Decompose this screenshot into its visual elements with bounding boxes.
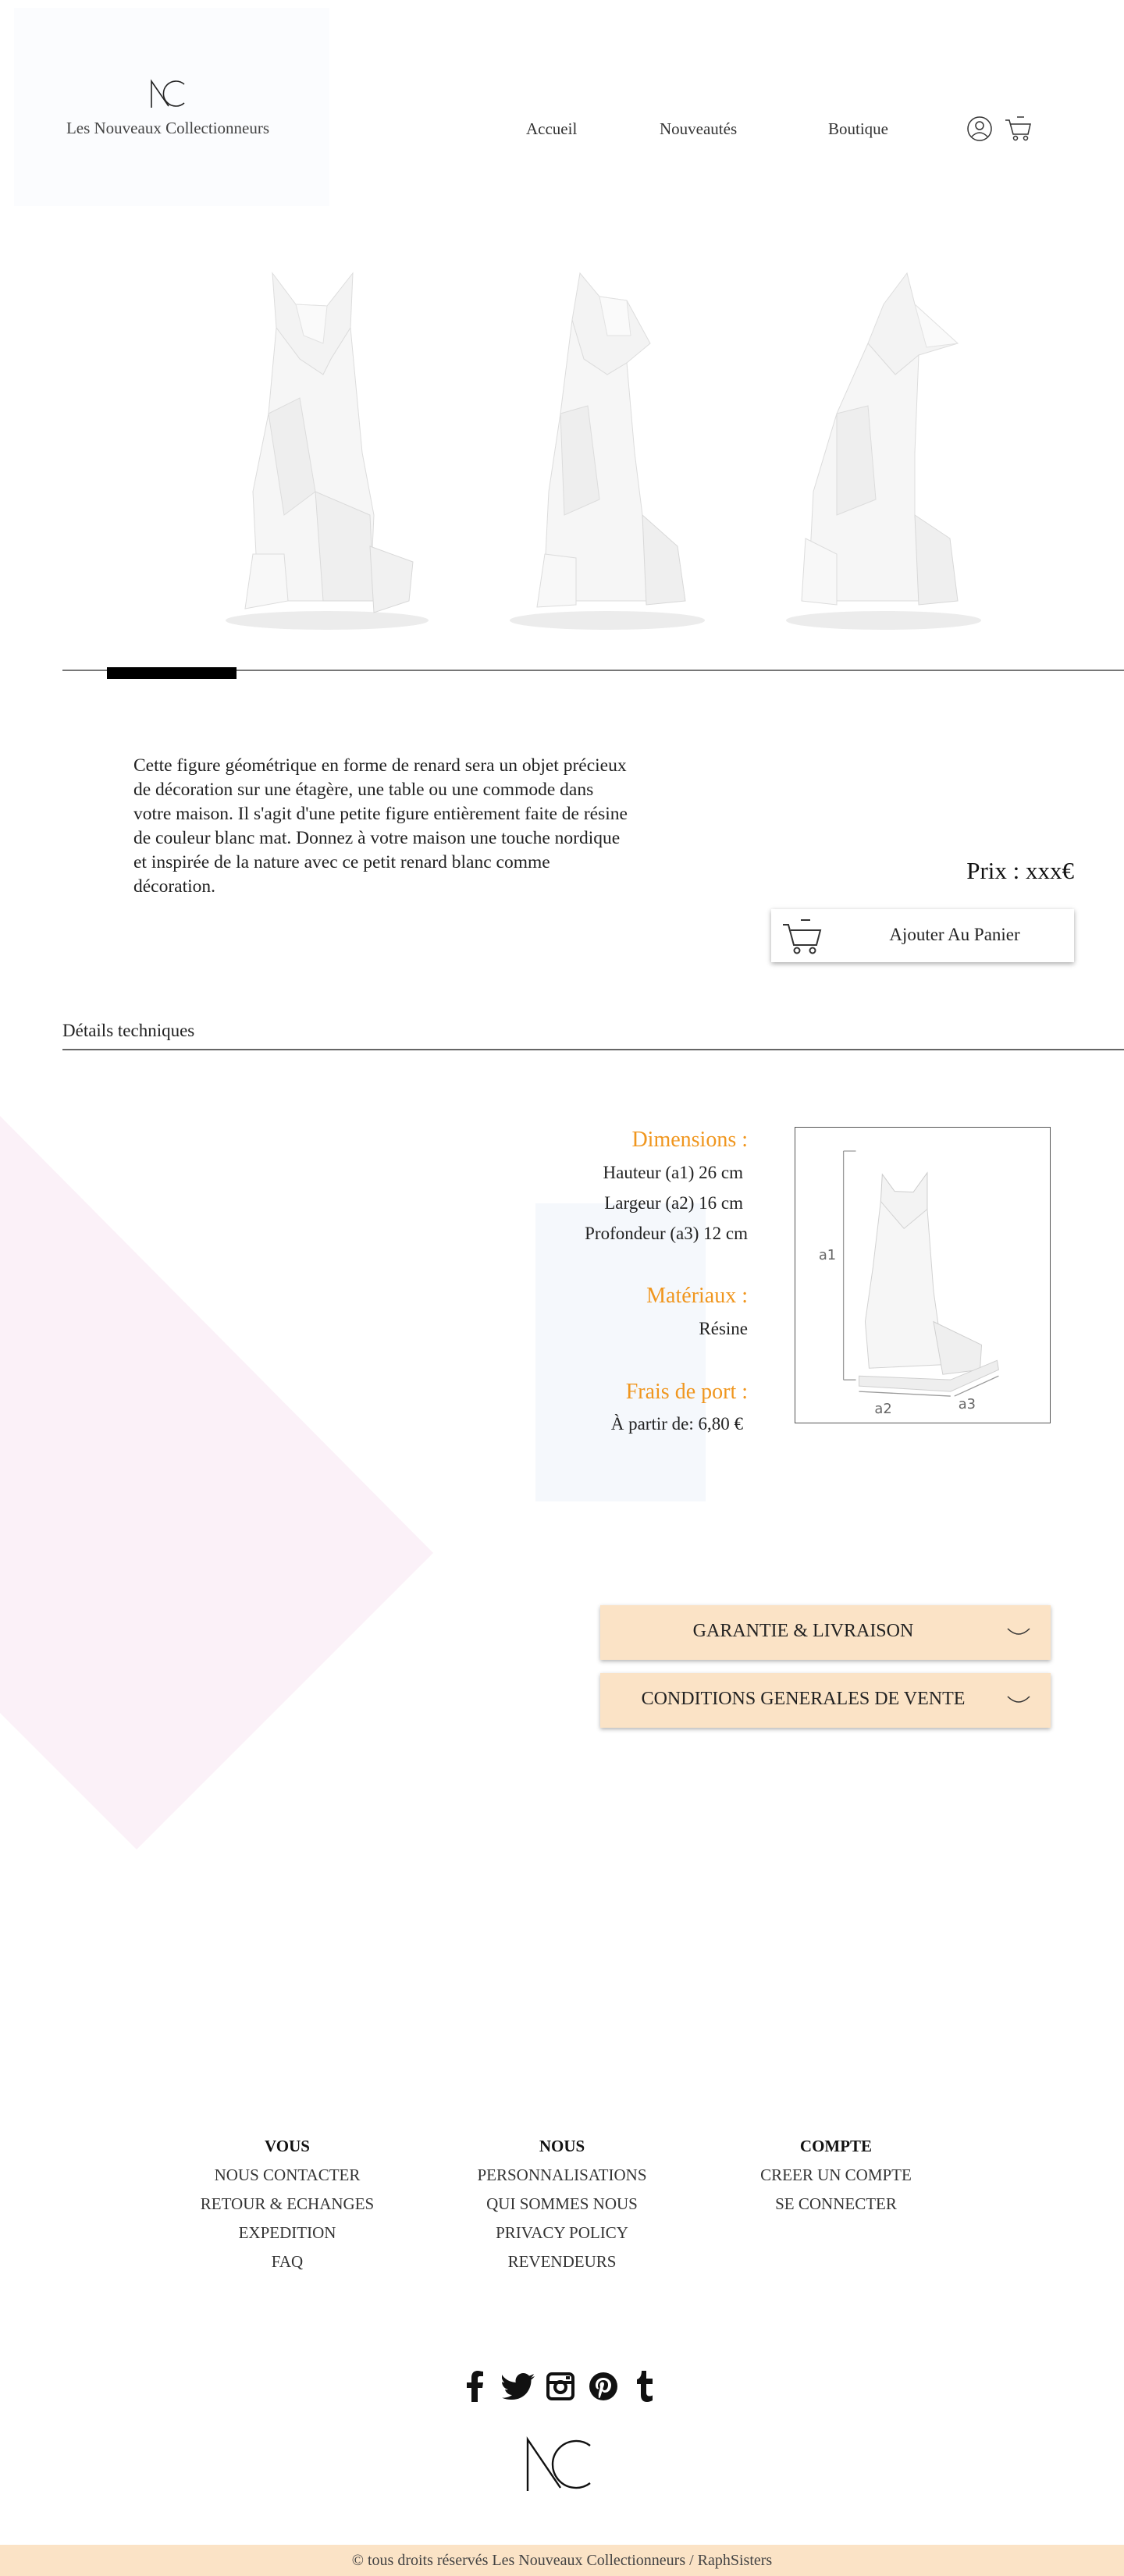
footer-link-resellers[interactable]: REVENDEURS	[445, 2247, 679, 2276]
gallery-indicator[interactable]	[107, 667, 237, 679]
dimension-width: Largeur (a2) 16 cm	[604, 1193, 743, 1213]
footer-column-compte: COMPTE CREER UN COMPTE SE CONNECTER	[719, 2132, 953, 2219]
copyright-text: © tous droits réservés Les Nouveaux Coll…	[351, 2552, 773, 2569]
footer-link-privacy[interactable]: PRIVACY POLICY	[445, 2219, 679, 2247]
facebook-icon[interactable]	[457, 2368, 493, 2404]
pinterest-icon[interactable]	[585, 2368, 621, 2404]
cart-icon[interactable]	[1004, 114, 1033, 144]
footer-link-contact[interactable]: NOUS CONTACTER	[170, 2161, 404, 2190]
divider	[62, 1049, 1124, 1050]
footer-link-customizations[interactable]: PERSONNALISATIONS	[445, 2161, 679, 2190]
shipping-value: À partir de: 6,80 €	[610, 1414, 743, 1434]
material-value: Résine	[699, 1319, 748, 1338]
twitter-icon[interactable]	[500, 2368, 536, 2404]
footer-heading: COMPTE	[799, 2137, 873, 2155]
accordion-warranty-delivery[interactable]: GARANTIE & LIVRAISON	[600, 1605, 1051, 1660]
footer-heading: VOUS	[265, 2137, 310, 2155]
diagram-label-a1: a1	[819, 1247, 836, 1263]
footer-link-shipping[interactable]: EXPEDITION	[170, 2219, 404, 2247]
brand-logo-icon[interactable]	[148, 78, 187, 109]
technical-details-title: Détails techniques	[62, 1021, 195, 1040]
dimension-height: Hauteur (a1) 26 cm	[603, 1163, 743, 1182]
footer-link-about[interactable]: QUI SOMMES NOUS	[445, 2190, 679, 2219]
product-image-fox-front[interactable]	[198, 258, 448, 640]
add-to-cart-label: Ajouter Au Panier	[889, 925, 1020, 944]
nav-link-new-arrivals[interactable]: Nouveautés	[660, 119, 737, 139]
decorative-diamond	[0, 1116, 433, 1849]
accordion-label: GARANTIE & LIVRAISON	[692, 1621, 914, 1641]
product-description: Cette figure géométrique en forme de ren…	[133, 755, 628, 897]
footer-link-sign-in[interactable]: SE CONNECTER	[719, 2190, 953, 2219]
accordion-terms-of-sale[interactable]: CONDITIONS GENERALES DE VENTE	[600, 1673, 1051, 1728]
chevron-down-icon	[1007, 1628, 1030, 1635]
dimensions-diagram: a1 a2 a3	[795, 1127, 1051, 1423]
product-price: Prix : xxx€	[966, 857, 1074, 884]
cart-icon	[783, 919, 822, 954]
social-links	[457, 2368, 663, 2405]
product-image-fox-side[interactable]	[759, 258, 1008, 640]
tumblr-icon[interactable]	[628, 2368, 663, 2404]
product-image-fox-three-quarter[interactable]	[482, 258, 732, 640]
footer-heading: NOUS	[539, 2137, 585, 2155]
footer-link-returns[interactable]: RETOUR & ECHANGES	[170, 2190, 404, 2219]
shipping-heading: Frais de port :	[625, 1380, 748, 1404]
brand-logo-icon[interactable]	[523, 2435, 595, 2494]
nav-link-home[interactable]: Accueil	[526, 119, 577, 139]
brand-name[interactable]: Les Nouveaux Collectionneurs	[47, 119, 289, 138]
chevron-down-icon	[1007, 1696, 1030, 1703]
dimensions-heading: Dimensions :	[631, 1128, 748, 1152]
add-to-cart-button[interactable]: Ajouter Au Panier	[771, 909, 1074, 962]
diagram-label-a3: a3	[959, 1396, 976, 1412]
instagram-icon[interactable]	[542, 2368, 578, 2404]
decorative-panel	[535, 1203, 706, 1501]
materials-heading: Matériaux :	[646, 1284, 748, 1308]
footer-link-create-account[interactable]: CREER UN COMPTE	[719, 2161, 953, 2190]
user-icon[interactable]	[966, 115, 993, 142]
footer-column-nous: NOUS PERSONNALISATIONS QUI SOMMES NOUS P…	[445, 2132, 679, 2276]
dimension-depth: Profondeur (a3) 12 cm	[585, 1224, 748, 1243]
footer-column-vous: VOUS NOUS CONTACTER RETOUR & ECHANGES EX…	[170, 2132, 404, 2276]
footer-link-faq[interactable]: FAQ	[170, 2247, 404, 2276]
diagram-label-a2: a2	[874, 1401, 891, 1417]
nav-link-shop[interactable]: Boutique	[828, 119, 888, 139]
accordion-label: CONDITIONS GENERALES DE VENTE	[641, 1689, 966, 1709]
